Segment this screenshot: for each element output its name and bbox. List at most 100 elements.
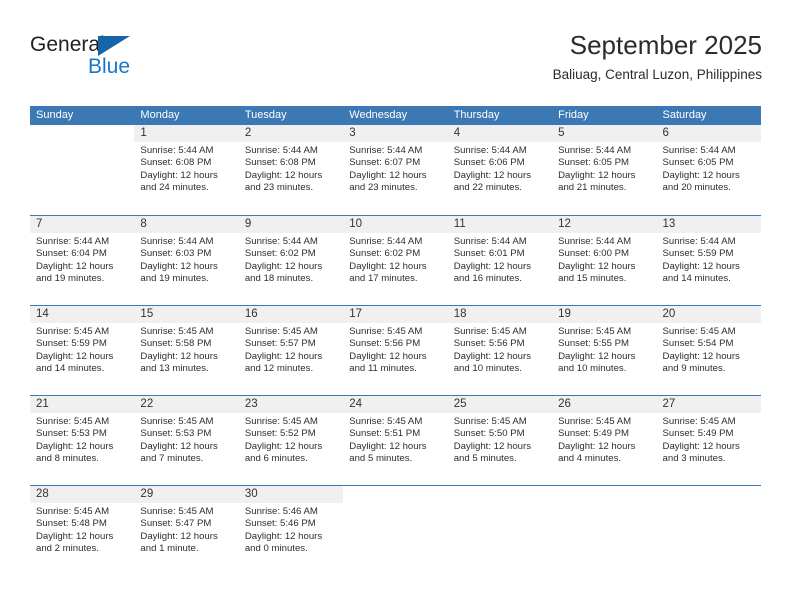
sunset-text: Sunset: 5:59 PM bbox=[36, 338, 107, 350]
day-details: Sunrise: 5:44 AM Sunset: 6:05 PM Daylight:… bbox=[552, 142, 656, 195]
day-cell[interactable]: 21 Sunrise: 5:45 AM Sunset: 5:53 PM Dayligh… bbox=[30, 396, 135, 485]
daylight-text-line1: Daylight: 12 hours bbox=[140, 260, 218, 272]
calendar-grid: Sunday Monday Tuesday Wednesday Thursday… bbox=[30, 106, 761, 575]
day-cell[interactable]: 9 Sunrise: 5:44 AM Sunset: 6:02 PM Daylight… bbox=[238, 216, 344, 305]
day-cell[interactable]: 12 Sunrise: 5:44 AM Sunset: 6:00 PM Dayligh… bbox=[552, 216, 657, 305]
day-cell[interactable]: 30 Sunrise: 5:46 AM Sunset: 5:46 PM Dayligh… bbox=[238, 486, 344, 575]
day-number-band: 1 bbox=[134, 125, 239, 142]
day-number: 23 bbox=[244, 398, 258, 410]
day-cell[interactable]: 1 Sunrise: 5:44 AM Sunset: 6:08 PM Daylight… bbox=[134, 125, 239, 215]
day-cell[interactable]: 16 Sunrise: 5:45 AM Sunset: 5:57 PM Dayligh… bbox=[238, 306, 344, 395]
daylight-text-line1: Daylight: 12 hours bbox=[453, 260, 532, 272]
day-details: Sunrise: 5:45 AM Sunset: 5:54 PM Daylight:… bbox=[657, 323, 761, 376]
day-number-band: 16 bbox=[238, 306, 344, 323]
day-cell[interactable]: 27 Sunrise: 5:45 AM Sunset: 5:49 PM Dayligh… bbox=[656, 396, 761, 485]
day-number: 28 bbox=[36, 488, 49, 500]
daylight-text-line1: Daylight: 12 hours bbox=[558, 169, 636, 181]
daylight-text-line2: and 16 minutes. bbox=[453, 273, 522, 285]
day-cell[interactable]: 22 Sunrise: 5:45 AM Sunset: 5:53 PM Dayligh… bbox=[134, 396, 239, 485]
day-number-band: 9 bbox=[238, 216, 344, 233]
day-number-band: 3 bbox=[343, 125, 448, 142]
day-details: Sunrise: 5:44 AM Sunset: 6:04 PM Daylight:… bbox=[30, 233, 134, 286]
day-cell[interactable]: 6 Sunrise: 5:44 AM Sunset: 6:05 PM Daylight… bbox=[656, 125, 761, 215]
day-cell[interactable]: 28 Sunrise: 5:45 AM Sunset: 5:48 PM Dayligh… bbox=[30, 486, 135, 575]
sunset-text: Sunset: 5:47 PM bbox=[140, 518, 212, 530]
sunset-text: Sunset: 6:05 PM bbox=[662, 157, 734, 169]
sunrise-text: Sunrise: 5:45 AM bbox=[244, 326, 318, 337]
day-cell[interactable]: 24 Sunrise: 5:45 AM Sunset: 5:51 PM Dayligh… bbox=[343, 396, 448, 485]
sunset-text: Sunset: 6:02 PM bbox=[349, 248, 421, 260]
sunrise-text: Sunrise: 5:45 AM bbox=[36, 416, 110, 427]
day-details: Sunrise: 5:44 AM Sunset: 6:01 PM Daylight:… bbox=[448, 233, 552, 286]
daylight-text-line2: and 18 minutes. bbox=[244, 273, 314, 285]
daylight-text-line1: Daylight: 12 hours bbox=[558, 440, 636, 452]
day-number-band: 2 bbox=[238, 125, 344, 142]
daylight-text-line2: and 19 minutes. bbox=[36, 273, 105, 285]
daylight-text-line2: and 1 minute. bbox=[140, 543, 199, 555]
daylight-text-line2: and 7 minutes. bbox=[140, 453, 204, 465]
day-number-band bbox=[30, 125, 134, 142]
daylight-text-line2: and 14 minutes. bbox=[662, 273, 731, 285]
daylight-text-line1: Daylight: 12 hours bbox=[349, 169, 427, 181]
day-number: 8 bbox=[140, 218, 147, 230]
sunset-text: Sunset: 6:08 PM bbox=[140, 157, 212, 169]
day-number: 4 bbox=[453, 127, 461, 139]
generalblue-logo[interactable]: General Blue bbox=[30, 34, 230, 90]
sunset-text: Sunset: 6:04 PM bbox=[36, 248, 107, 260]
day-cell[interactable]: 13 Sunrise: 5:44 AM Sunset: 5:59 PM Dayligh… bbox=[656, 216, 761, 305]
day-cell[interactable]: 19 Sunrise: 5:45 AM Sunset: 5:55 PM Dayligh… bbox=[552, 306, 657, 395]
day-cell[interactable]: 20 Sunrise: 5:45 AM Sunset: 5:54 PM Dayligh… bbox=[656, 306, 761, 395]
daylight-text-line2: and 8 minutes. bbox=[36, 453, 99, 465]
week-row: 14 Sunrise: 5:45 AM Sunset: 5:59 PM Dayligh… bbox=[30, 305, 761, 395]
daylight-text-line2: and 9 minutes. bbox=[662, 363, 726, 375]
sunrise-text: Sunrise: 5:44 AM bbox=[662, 145, 736, 156]
day-cell[interactable]: 3 Sunrise: 5:44 AM Sunset: 6:07 PM Daylight… bbox=[343, 125, 448, 215]
day-cell[interactable]: 10 Sunrise: 5:44 AM Sunset: 6:02 PM Dayligh… bbox=[343, 216, 448, 305]
sunrise-text: Sunrise: 5:44 AM bbox=[244, 236, 318, 247]
daylight-text-line1: Daylight: 12 hours bbox=[36, 530, 114, 542]
sunset-text: Sunset: 6:00 PM bbox=[558, 248, 630, 260]
sunrise-text: Sunrise: 5:45 AM bbox=[453, 416, 527, 427]
day-cell[interactable]: 18 Sunrise: 5:45 AM Sunset: 5:56 PM Dayligh… bbox=[447, 306, 553, 395]
daylight-text-line1: Daylight: 12 hours bbox=[453, 350, 532, 362]
day-number-band: 28 bbox=[30, 486, 135, 503]
day-number-band: 26 bbox=[552, 396, 657, 413]
day-cell[interactable]: 17 Sunrise: 5:45 AM Sunset: 5:56 PM Dayligh… bbox=[343, 306, 448, 395]
day-cell[interactable]: 14 Sunrise: 5:45 AM Sunset: 5:59 PM Dayligh… bbox=[30, 306, 135, 395]
week-row: 7 Sunrise: 5:44 AM Sunset: 6:04 PM Daylight… bbox=[30, 215, 761, 305]
weekday-header-friday: Friday bbox=[558, 109, 589, 121]
day-number: 16 bbox=[244, 308, 258, 320]
day-cell[interactable]: 5 Sunrise: 5:44 AM Sunset: 6:05 PM Daylight… bbox=[552, 125, 657, 215]
day-cell[interactable]: 15 Sunrise: 5:45 AM Sunset: 5:58 PM Dayligh… bbox=[134, 306, 239, 395]
day-cell[interactable]: 4 Sunrise: 5:44 AM Sunset: 6:06 PM Daylight… bbox=[447, 125, 553, 215]
day-cell[interactable]: 7 Sunrise: 5:44 AM Sunset: 6:04 PM Daylight… bbox=[30, 216, 135, 305]
calendar-page: General Blue September 2025 Baliuag, Cen… bbox=[0, 0, 792, 612]
day-cell[interactable]: 25 Sunrise: 5:45 AM Sunset: 5:50 PM Dayligh… bbox=[447, 396, 553, 485]
daylight-text-line1: Daylight: 12 hours bbox=[453, 169, 532, 181]
day-number-band: 5 bbox=[552, 125, 657, 142]
day-number: 15 bbox=[140, 308, 154, 320]
daylight-text-line2: and 2 minutes. bbox=[36, 543, 99, 555]
day-number-band: 10 bbox=[343, 216, 448, 233]
daylight-text-line1: Daylight: 12 hours bbox=[244, 350, 323, 362]
sunrise-text: Sunrise: 5:44 AM bbox=[349, 236, 423, 247]
day-number-band: 15 bbox=[134, 306, 239, 323]
day-cell[interactable]: 26 Sunrise: 5:45 AM Sunset: 5:49 PM Dayligh… bbox=[552, 396, 657, 485]
day-cell[interactable]: 29 Sunrise: 5:45 AM Sunset: 5:47 PM Dayligh… bbox=[134, 486, 239, 575]
sunset-text: Sunset: 5:52 PM bbox=[244, 428, 316, 440]
week-row: 21 Sunrise: 5:45 AM Sunset: 5:53 PM Dayligh… bbox=[30, 395, 761, 485]
day-number: 24 bbox=[349, 398, 363, 410]
day-number-band bbox=[657, 486, 761, 503]
day-number-band: 22 bbox=[134, 396, 239, 413]
day-details: Sunrise: 5:45 AM Sunset: 5:51 PM Daylight:… bbox=[343, 413, 447, 466]
day-cell[interactable]: 11 Sunrise: 5:44 AM Sunset: 6:01 PM Dayligh… bbox=[447, 216, 553, 305]
day-cell[interactable]: 2 Sunrise: 5:44 AM Sunset: 6:08 PM Daylight… bbox=[238, 125, 344, 215]
sunrise-text: Sunrise: 5:45 AM bbox=[140, 416, 214, 427]
sunrise-text: Sunrise: 5:45 AM bbox=[140, 326, 214, 337]
sunrise-text: Sunrise: 5:44 AM bbox=[453, 145, 527, 156]
day-number: 27 bbox=[662, 398, 676, 410]
sunrise-text: Sunrise: 5:45 AM bbox=[349, 326, 423, 337]
day-cell[interactable]: 8 Sunrise: 5:44 AM Sunset: 6:03 PM Daylight… bbox=[134, 216, 239, 305]
day-details: Sunrise: 5:45 AM Sunset: 5:53 PM Daylight:… bbox=[30, 413, 134, 466]
day-cell[interactable]: 23 Sunrise: 5:45 AM Sunset: 5:52 PM Dayligh… bbox=[238, 396, 344, 485]
